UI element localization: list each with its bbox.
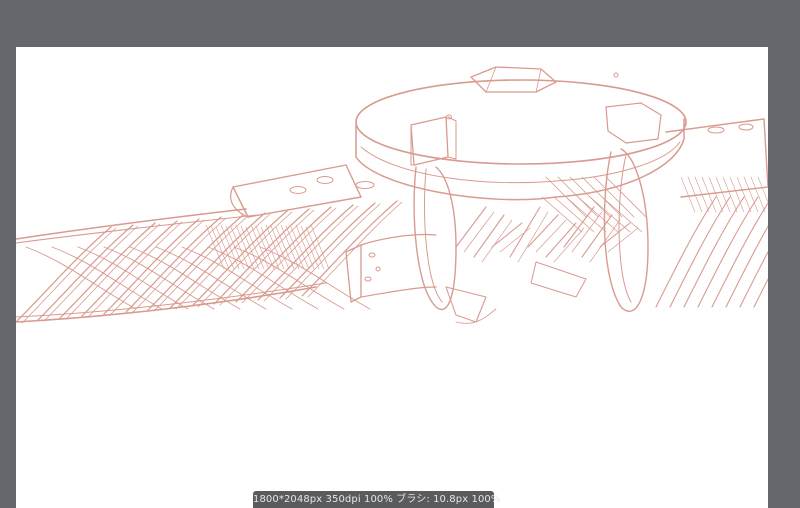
canvas-status-bar: 1800*2048px 350dpi 100% ブラシ: 10.8px 100% <box>253 491 500 508</box>
drawing-canvas[interactable] <box>16 47 768 508</box>
app-workspace: 1800*2048px 350dpi 100% ブラシ: 10.8px 100% <box>0 0 800 508</box>
rope-and-clasp-sketch <box>16 66 768 324</box>
